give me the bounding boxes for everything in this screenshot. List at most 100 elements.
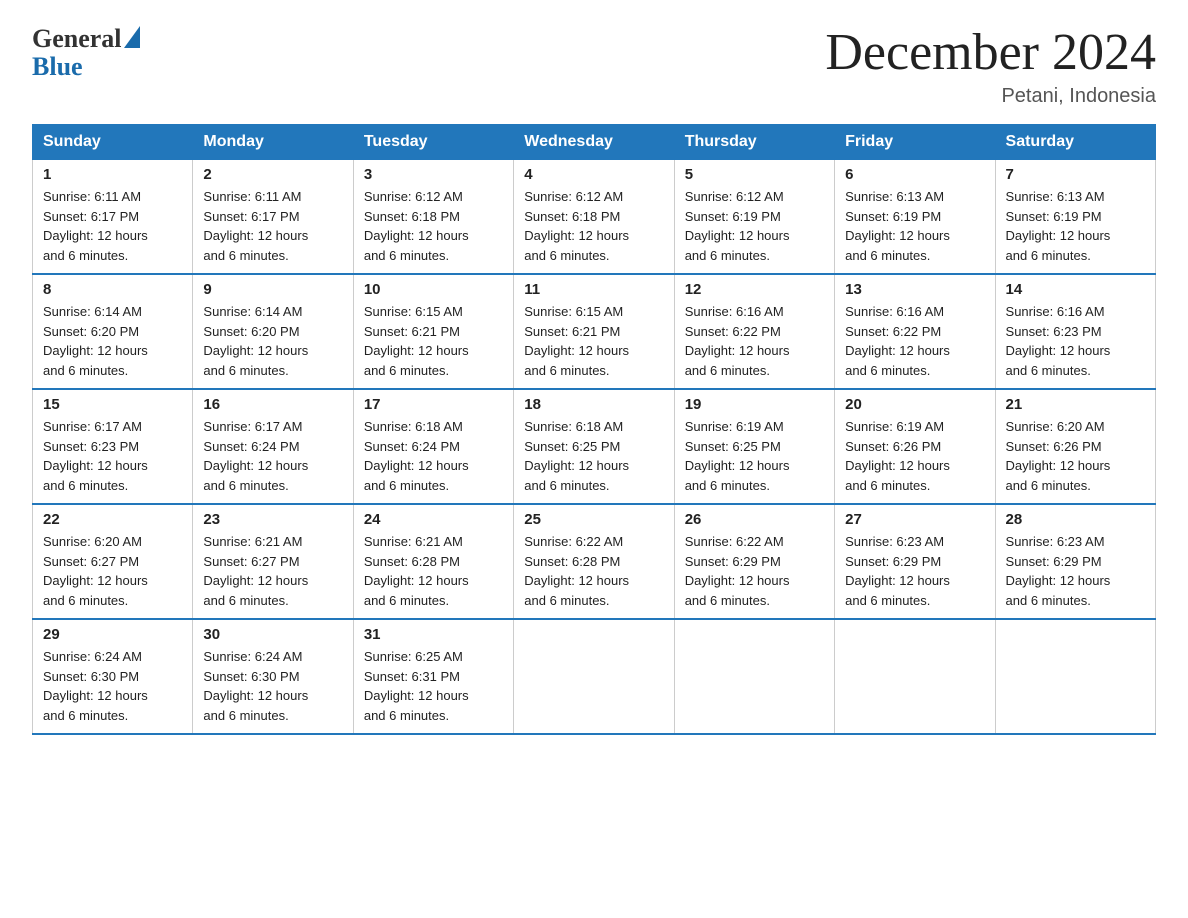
daylight-minutes: and 6 minutes.: [1006, 593, 1091, 608]
day-info: Sunrise: 6:18 AM Sunset: 6:24 PM Dayligh…: [364, 417, 503, 495]
sunset-label: Sunset: 6:24 PM: [203, 439, 299, 454]
sunrise-label: Sunrise: 6:22 AM: [685, 534, 784, 549]
day-info: Sunrise: 6:22 AM Sunset: 6:29 PM Dayligh…: [685, 532, 824, 610]
table-row: 6 Sunrise: 6:13 AM Sunset: 6:19 PM Dayli…: [835, 160, 995, 275]
table-row: [514, 619, 674, 734]
daylight-minutes: and 6 minutes.: [43, 248, 128, 263]
day-number: 3: [364, 166, 503, 183]
sunrise-label: Sunrise: 6:12 AM: [524, 189, 623, 204]
daylight-label: Daylight: 12 hours: [1006, 228, 1111, 243]
daylight-minutes: and 6 minutes.: [43, 363, 128, 378]
daylight-minutes: and 6 minutes.: [364, 248, 449, 263]
daylight-minutes: and 6 minutes.: [1006, 478, 1091, 493]
daylight-label: Daylight: 12 hours: [203, 573, 308, 588]
day-info: Sunrise: 6:12 AM Sunset: 6:18 PM Dayligh…: [524, 187, 663, 265]
daylight-minutes: and 6 minutes.: [1006, 363, 1091, 378]
daylight-label: Daylight: 12 hours: [845, 573, 950, 588]
day-info: Sunrise: 6:19 AM Sunset: 6:26 PM Dayligh…: [845, 417, 984, 495]
sunset-label: Sunset: 6:30 PM: [203, 669, 299, 684]
table-row: 5 Sunrise: 6:12 AM Sunset: 6:19 PM Dayli…: [674, 160, 834, 275]
day-number: 23: [203, 511, 342, 528]
table-row: 14 Sunrise: 6:16 AM Sunset: 6:23 PM Dayl…: [995, 274, 1155, 389]
day-number: 11: [524, 281, 663, 298]
day-info: Sunrise: 6:24 AM Sunset: 6:30 PM Dayligh…: [43, 647, 182, 725]
daylight-label: Daylight: 12 hours: [845, 228, 950, 243]
page-header: General Blue December 2024 Petani, Indon…: [32, 24, 1156, 108]
table-row: 20 Sunrise: 6:19 AM Sunset: 6:26 PM Dayl…: [835, 389, 995, 504]
day-number: 27: [845, 511, 984, 528]
sunset-label: Sunset: 6:22 PM: [845, 324, 941, 339]
daylight-label: Daylight: 12 hours: [43, 573, 148, 588]
day-number: 13: [845, 281, 984, 298]
sunrise-label: Sunrise: 6:15 AM: [364, 304, 463, 319]
daylight-label: Daylight: 12 hours: [685, 458, 790, 473]
sunset-label: Sunset: 6:29 PM: [845, 554, 941, 569]
daylight-label: Daylight: 12 hours: [364, 343, 469, 358]
sunrise-label: Sunrise: 6:25 AM: [364, 649, 463, 664]
sunrise-label: Sunrise: 6:24 AM: [43, 649, 142, 664]
table-row: 22 Sunrise: 6:20 AM Sunset: 6:27 PM Dayl…: [33, 504, 193, 619]
calendar-week-row: 22 Sunrise: 6:20 AM Sunset: 6:27 PM Dayl…: [33, 504, 1156, 619]
sunset-label: Sunset: 6:23 PM: [1006, 324, 1102, 339]
day-info: Sunrise: 6:19 AM Sunset: 6:25 PM Dayligh…: [685, 417, 824, 495]
sunrise-label: Sunrise: 6:14 AM: [203, 304, 302, 319]
sunset-label: Sunset: 6:30 PM: [43, 669, 139, 684]
day-info: Sunrise: 6:20 AM Sunset: 6:26 PM Dayligh…: [1006, 417, 1145, 495]
daylight-label: Daylight: 12 hours: [524, 458, 629, 473]
day-number: 31: [364, 626, 503, 643]
table-row: 30 Sunrise: 6:24 AM Sunset: 6:30 PM Dayl…: [193, 619, 353, 734]
table-row: 19 Sunrise: 6:19 AM Sunset: 6:25 PM Dayl…: [674, 389, 834, 504]
day-number: 4: [524, 166, 663, 183]
header-sunday: Sunday: [33, 125, 193, 160]
sunset-label: Sunset: 6:20 PM: [43, 324, 139, 339]
sunset-label: Sunset: 6:26 PM: [1006, 439, 1102, 454]
sunset-label: Sunset: 6:29 PM: [1006, 554, 1102, 569]
sunrise-label: Sunrise: 6:16 AM: [1006, 304, 1105, 319]
month-title: December 2024: [825, 24, 1156, 81]
calendar-week-row: 1 Sunrise: 6:11 AM Sunset: 6:17 PM Dayli…: [33, 160, 1156, 275]
table-row: 23 Sunrise: 6:21 AM Sunset: 6:27 PM Dayl…: [193, 504, 353, 619]
table-row: 18 Sunrise: 6:18 AM Sunset: 6:25 PM Dayl…: [514, 389, 674, 504]
daylight-label: Daylight: 12 hours: [203, 458, 308, 473]
table-row: [674, 619, 834, 734]
daylight-label: Daylight: 12 hours: [203, 228, 308, 243]
daylight-minutes: and 6 minutes.: [524, 478, 609, 493]
daylight-label: Daylight: 12 hours: [364, 228, 469, 243]
day-info: Sunrise: 6:23 AM Sunset: 6:29 PM Dayligh…: [1006, 532, 1145, 610]
logo-blue-part: [122, 30, 140, 48]
daylight-minutes: and 6 minutes.: [685, 363, 770, 378]
sunset-label: Sunset: 6:21 PM: [524, 324, 620, 339]
table-row: 27 Sunrise: 6:23 AM Sunset: 6:29 PM Dayl…: [835, 504, 995, 619]
daylight-minutes: and 6 minutes.: [364, 593, 449, 608]
sunset-label: Sunset: 6:19 PM: [1006, 209, 1102, 224]
day-number: 2: [203, 166, 342, 183]
sunrise-label: Sunrise: 6:11 AM: [203, 189, 301, 204]
daylight-label: Daylight: 12 hours: [524, 573, 629, 588]
daylight-label: Daylight: 12 hours: [364, 688, 469, 703]
day-number: 19: [685, 396, 824, 413]
sunset-label: Sunset: 6:19 PM: [845, 209, 941, 224]
sunrise-label: Sunrise: 6:15 AM: [524, 304, 623, 319]
sunrise-label: Sunrise: 6:19 AM: [685, 419, 784, 434]
table-row: 28 Sunrise: 6:23 AM Sunset: 6:29 PM Dayl…: [995, 504, 1155, 619]
daylight-minutes: and 6 minutes.: [43, 708, 128, 723]
daylight-label: Daylight: 12 hours: [1006, 343, 1111, 358]
day-number: 22: [43, 511, 182, 528]
day-info: Sunrise: 6:22 AM Sunset: 6:28 PM Dayligh…: [524, 532, 663, 610]
daylight-label: Daylight: 12 hours: [685, 343, 790, 358]
logo-arrow-icon: [124, 26, 140, 48]
day-info: Sunrise: 6:18 AM Sunset: 6:25 PM Dayligh…: [524, 417, 663, 495]
sunrise-label: Sunrise: 6:20 AM: [43, 534, 142, 549]
daylight-minutes: and 6 minutes.: [685, 478, 770, 493]
daylight-label: Daylight: 12 hours: [364, 458, 469, 473]
daylight-minutes: and 6 minutes.: [43, 593, 128, 608]
day-number: 26: [685, 511, 824, 528]
day-info: Sunrise: 6:14 AM Sunset: 6:20 PM Dayligh…: [203, 302, 342, 380]
day-number: 6: [845, 166, 984, 183]
title-area: December 2024 Petani, Indonesia: [825, 24, 1156, 108]
sunset-label: Sunset: 6:28 PM: [364, 554, 460, 569]
daylight-label: Daylight: 12 hours: [524, 343, 629, 358]
day-number: 17: [364, 396, 503, 413]
day-number: 18: [524, 396, 663, 413]
calendar-week-row: 15 Sunrise: 6:17 AM Sunset: 6:23 PM Dayl…: [33, 389, 1156, 504]
